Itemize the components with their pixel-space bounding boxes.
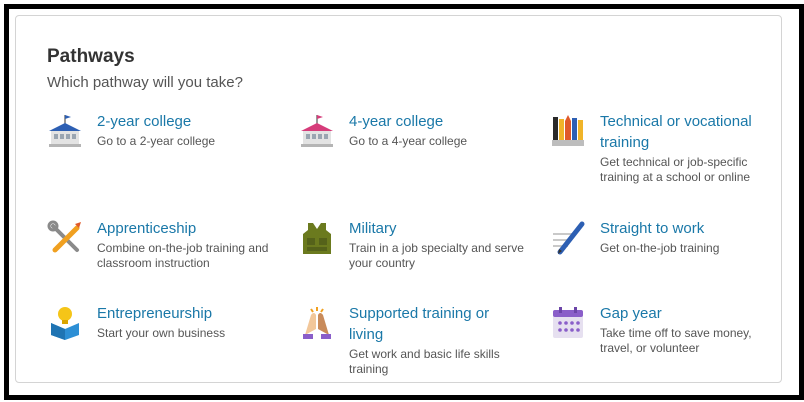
pathway-entrepreneurship[interactable]: Entrepreneurship Start your own business — [47, 303, 275, 341]
pathway-description: Get work and basic life skills training — [349, 347, 500, 376]
pathway-title[interactable]: Entrepreneurship — [97, 303, 275, 324]
pathways-subheading: Which pathway will you take? — [47, 74, 243, 91]
pathway-description: Take time off to save money, travel, or … — [600, 326, 752, 355]
pathway-title[interactable]: Supported training or living — [349, 303, 527, 345]
pathways-heading: Pathways — [47, 46, 135, 67]
pathway-description: Combine on-the-job training and classroo… — [97, 241, 269, 270]
high-five-icon — [303, 307, 331, 339]
pathway-title[interactable]: Technical or vocational training — [600, 111, 778, 153]
vest-icon — [303, 223, 331, 254]
pathway-4-year-college[interactable]: 4-year college Go to a 4-year college — [299, 111, 527, 149]
calendar-icon — [553, 307, 583, 338]
pathway-technical-vocational-training[interactable]: Technical or vocational training Get tec… — [550, 111, 778, 185]
school-pink-flag-icon — [301, 115, 333, 147]
pencil-cup-icon — [552, 115, 584, 146]
school-blue-flag-icon — [49, 115, 81, 147]
pathway-description: Get technical or job-specific training a… — [600, 155, 751, 184]
pathway-title[interactable]: Apprenticeship — [97, 218, 275, 239]
pathway-description: Get on-the-job training — [600, 241, 720, 255]
pathway-description: Start your own business — [97, 326, 226, 340]
pathway-title[interactable]: Straight to work — [600, 218, 778, 239]
pathway-supported-training-living[interactable]: Supported training or living Get work an… — [299, 303, 527, 377]
pathway-description: Go to a 2-year college — [97, 134, 216, 148]
pathway-description: Go to a 4-year college — [349, 134, 468, 148]
outer-frame: Pathways Which pathway will you take? 2-… — [4, 4, 804, 400]
tools-icon — [47, 220, 81, 253]
pathway-straight-to-work[interactable]: Straight to work Get on-the-job training — [550, 218, 778, 256]
pathway-gap-year[interactable]: Gap year Take time off to save money, tr… — [550, 303, 778, 356]
pathway-military[interactable]: Military Train in a job specialty and se… — [299, 218, 527, 271]
pathway-title[interactable]: Gap year — [600, 303, 778, 324]
pathways-card: Pathways Which pathway will you take? 2-… — [15, 15, 782, 383]
pathway-2-year-college[interactable]: 2-year college Go to a 2-year college — [47, 111, 275, 149]
pathway-apprenticeship[interactable]: Apprenticeship Combine on-the-job traini… — [47, 218, 275, 271]
pathway-description: Train in a job specialty and serve your … — [349, 241, 524, 270]
pathway-title[interactable]: 4-year college — [349, 111, 527, 132]
lightbulb-box-icon — [51, 307, 79, 340]
pathway-title[interactable]: Military — [349, 218, 527, 239]
pen-paper-icon — [553, 221, 585, 255]
pathway-title[interactable]: 2-year college — [97, 111, 275, 132]
